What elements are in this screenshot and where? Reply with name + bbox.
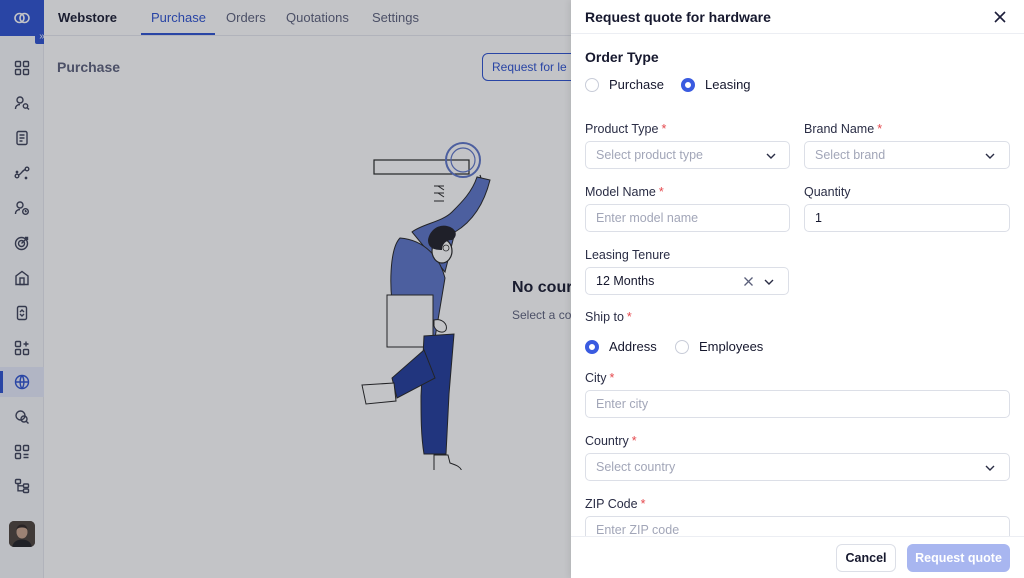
radio-unselected-icon (585, 77, 599, 92)
drawer-title: Request quote for hardware (585, 9, 771, 25)
brand-select[interactable]: Select brand (804, 141, 1010, 169)
order-type-leasing-radio[interactable]: Leasing (681, 77, 751, 92)
drawer-header: Request quote for hardware (571, 0, 1024, 34)
chevron-down-icon (985, 153, 995, 159)
radio-unselected-icon (675, 339, 689, 354)
quantity-label: Quantity (804, 185, 851, 199)
model-name-input[interactable]: Enter model name (585, 204, 790, 232)
modal-backdrop[interactable] (0, 0, 571, 578)
radio-label: Leasing (705, 77, 751, 92)
ship-to-address-radio[interactable]: Address (585, 339, 657, 354)
radio-label: Purchase (609, 77, 664, 92)
chevron-down-icon (764, 279, 774, 285)
quantity-input[interactable]: 1 (804, 204, 1010, 232)
zip-code-label: ZIP Code * (585, 497, 646, 511)
close-icon[interactable] (991, 8, 1009, 26)
city-input[interactable]: Enter city (585, 390, 1010, 418)
brand-name-label: Brand Name * (804, 122, 883, 136)
city-label: City * (585, 371, 615, 385)
cancel-button[interactable]: Cancel (836, 544, 896, 572)
clear-icon[interactable] (743, 276, 754, 287)
radio-selected-icon (681, 77, 695, 92)
leasing-tenure-select[interactable]: 12 Months (585, 267, 789, 295)
product-type-label: Product Type * (585, 122, 667, 136)
model-name-label: Model Name * (585, 185, 664, 199)
order-type-purchase-radio[interactable]: Purchase (585, 77, 664, 92)
request-quote-submit-button[interactable]: Request quote (907, 544, 1010, 572)
ship-to-employees-radio[interactable]: Employees (675, 339, 763, 354)
leasing-tenure-label: Leasing Tenure (585, 248, 671, 262)
radio-label: Employees (699, 339, 764, 354)
drawer-footer: Cancel Request quote (571, 536, 1024, 578)
country-label: Country * (585, 434, 637, 448)
country-select[interactable]: Select country (585, 453, 1010, 481)
chevron-down-icon (985, 465, 995, 471)
chevron-down-icon (766, 153, 776, 159)
product-type-select[interactable]: Select product type (585, 141, 790, 169)
radio-label: Address (609, 339, 657, 354)
ship-to-label: Ship to * (585, 310, 632, 324)
request-quote-drawer: Request quote for hardware Order Type Pu… (571, 0, 1024, 578)
order-type-title: Order Type (585, 49, 659, 65)
radio-selected-icon (585, 339, 599, 354)
